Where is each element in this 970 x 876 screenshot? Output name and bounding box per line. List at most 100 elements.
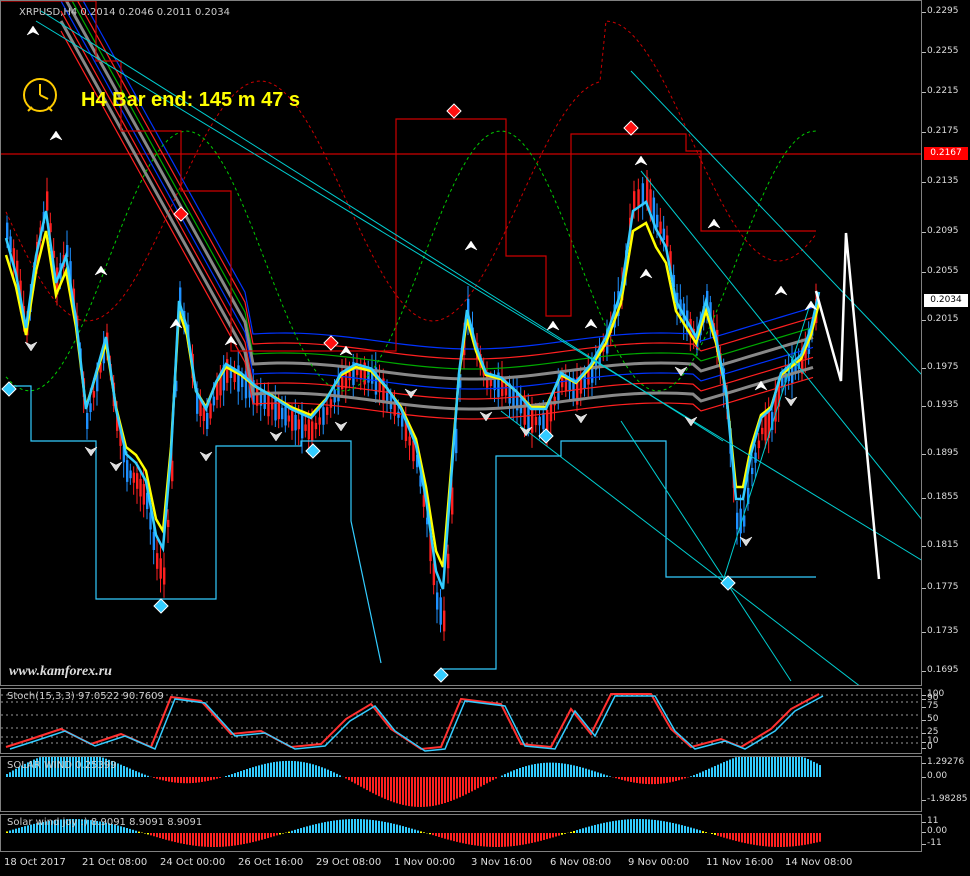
candle-body [202, 407, 206, 421]
joy-bar [264, 833, 266, 839]
joy-bar [609, 821, 611, 833]
hline-price-tag: 0.2167 [924, 147, 968, 160]
wind-bar [600, 773, 602, 777]
wind-bar [492, 777, 494, 781]
joy-bar [801, 833, 803, 846]
candle-body [322, 407, 325, 425]
joy-bar [291, 830, 293, 833]
wind-bar [744, 757, 746, 777]
arrow-marker [479, 411, 493, 422]
joy-bar [756, 833, 758, 846]
wind-bar [171, 777, 173, 783]
time-label: 26 Oct 16:00 [238, 857, 304, 868]
joy-bar [753, 833, 755, 845]
joy-bar [531, 833, 533, 843]
scale-tick: 0.1895 [922, 448, 959, 458]
wind-bar [432, 777, 434, 806]
joy-bar [396, 824, 398, 833]
joy-bar [204, 833, 206, 847]
wind-bar [636, 777, 638, 784]
solar-wind-scale: 1.29276 0.00 -1.98285 [921, 756, 970, 812]
joy-bar [282, 833, 284, 834]
candle-body [538, 416, 541, 426]
scale-tick: 0.1975 [922, 362, 959, 372]
joy-bar [303, 827, 305, 833]
joy-bar [147, 833, 149, 835]
solar-joy-panel[interactable]: Solar wind joy :) 8.9091 8.9091 8.9091 [0, 814, 922, 852]
time-label: 6 Nov 08:00 [550, 857, 612, 868]
wind-bar [618, 777, 620, 780]
wind-bar [126, 767, 128, 777]
candle-body [751, 467, 754, 475]
wind-bar [816, 763, 818, 777]
stochastic-panel[interactable]: Stoch(15,3,3) 97.0522 90.7609 [0, 688, 922, 754]
wind-bar [237, 772, 239, 777]
wind-bar [486, 777, 488, 784]
buy-diamond [1, 381, 17, 397]
wind-bar [381, 777, 383, 798]
wind-bar [570, 764, 572, 777]
joy-bar [144, 833, 146, 834]
wind-bar [123, 765, 125, 777]
wind-bar [177, 777, 179, 783]
joy-bar [588, 826, 590, 833]
wind-bar [510, 771, 512, 777]
candle-body [637, 189, 640, 207]
wind-bar [321, 767, 323, 777]
trend-line [40, 10, 724, 442]
trend-line [630, 70, 921, 375]
wind-bar [225, 776, 227, 777]
candle-body [159, 558, 162, 579]
joy-bar [681, 825, 683, 833]
symbol-header: XRPUSD,H4 0.2014 0.2046 0.2011 0.2034 [19, 7, 230, 18]
wind-bar [174, 777, 176, 783]
joy-bar [444, 833, 446, 839]
joy-bar [468, 833, 470, 845]
wind-bar [717, 764, 719, 777]
candle-body [443, 610, 446, 632]
joy-bar [138, 831, 140, 833]
joy-bar [294, 829, 296, 833]
wind-bar [624, 777, 626, 781]
wind-bar [540, 763, 542, 777]
candle-body [348, 371, 351, 381]
joy-bar [474, 833, 476, 846]
wind-bar [324, 768, 326, 777]
solar-wind-panel[interactable]: SOLAR WIND 0.25399 [0, 756, 922, 812]
time-label: 29 Oct 08:00 [316, 857, 382, 868]
joy-bar [327, 821, 329, 833]
joy-bar [309, 825, 311, 833]
joy-bar [492, 833, 494, 847]
joy-bar [669, 822, 671, 833]
time-label: 14 Nov 08:00 [785, 857, 853, 868]
joy-bar [153, 833, 155, 837]
candle-body [397, 411, 400, 418]
joy-bar [594, 824, 596, 833]
main-chart-panel[interactable]: XRPUSD,H4 0.2014 0.2046 0.2011 0.2034 H4… [0, 0, 922, 686]
wind-bar [603, 774, 605, 777]
joy-bar [375, 820, 377, 833]
joy-bar [342, 819, 344, 833]
joy-bar [495, 833, 497, 847]
wind-bar [336, 773, 338, 777]
joy-bar [462, 833, 464, 844]
wind-bar [441, 777, 443, 804]
joy-bar [747, 833, 749, 844]
joy-bar [207, 833, 209, 847]
arrow-marker [634, 155, 648, 166]
wind-bar [783, 757, 785, 777]
joy-bar [717, 833, 719, 836]
wind-bar [366, 777, 368, 791]
joy-bar [393, 823, 395, 833]
trend-line [620, 420, 792, 682]
wind-bar [264, 763, 266, 777]
wind-bar [654, 777, 656, 785]
joy-bar [762, 833, 764, 847]
candle-body [764, 414, 767, 441]
wind-bar [6, 774, 8, 777]
wind-bar [819, 765, 821, 777]
joy-bar [372, 820, 374, 833]
candle-body [447, 553, 450, 569]
arrow-marker [26, 25, 40, 36]
trend-line [722, 300, 812, 582]
